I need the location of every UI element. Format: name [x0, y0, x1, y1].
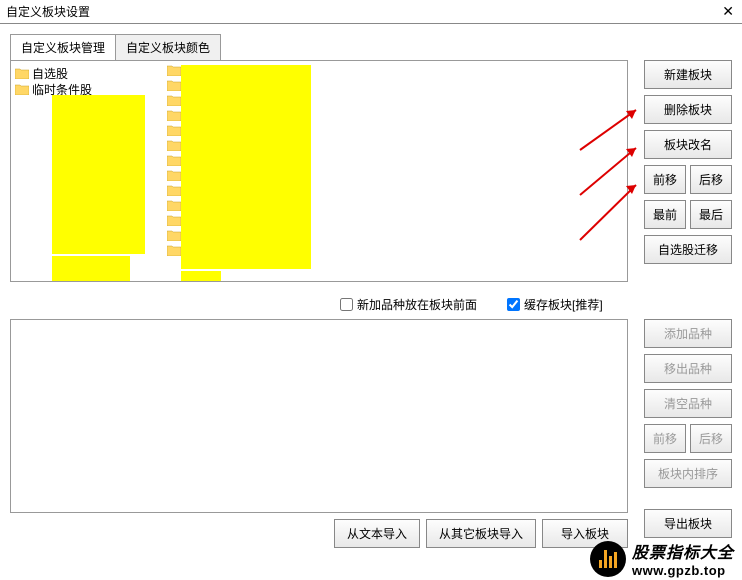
move-backward-button[interactable]: 后移 — [690, 165, 732, 194]
window-title: 自定义板块设置 — [6, 3, 736, 20]
folder-icon — [167, 110, 181, 121]
cache-label: 缓存板块[推荐] — [524, 296, 603, 313]
item-move-backward-button[interactable]: 后移 — [690, 424, 732, 453]
add-item-button[interactable]: 添加品种 — [644, 319, 732, 348]
folder-icon — [167, 170, 181, 181]
tab-bar: 自定义板块管理 自定义板块颜色 — [10, 34, 742, 60]
folder-icon — [15, 68, 29, 79]
folder-icon — [15, 84, 29, 95]
brand-url: www.gpzb.top — [632, 563, 734, 578]
move-first-button[interactable]: 最前 — [644, 200, 686, 229]
redacted-block — [181, 271, 221, 281]
folder-label: 自选股 — [32, 65, 68, 82]
checkbox-row: 新加品种放在板块前面 缓存板块[推荐] — [340, 296, 732, 313]
cache-checkbox-input[interactable] — [507, 298, 520, 311]
right-button-group-bottom: 添加品种 移出品种 清空品种 前移 后移 板块内排序 — [644, 319, 732, 488]
folder-icon — [167, 215, 181, 226]
move-forward-button[interactable]: 前移 — [644, 165, 686, 194]
add-front-checkbox[interactable]: 新加品种放在板块前面 — [340, 296, 477, 313]
cache-checkbox[interactable]: 缓存板块[推荐] — [507, 296, 603, 313]
remove-item-button[interactable]: 移出品种 — [644, 354, 732, 383]
import-other-button[interactable]: 从其它板块导入 — [426, 519, 536, 548]
export-block-button[interactable]: 导出板块 — [644, 509, 732, 538]
folder-panel[interactable]: 自选股 临时条件股 — [10, 60, 628, 282]
item-move-forward-button[interactable]: 前移 — [644, 424, 686, 453]
folder-icon — [167, 185, 181, 196]
tab-color[interactable]: 自定义板块颜色 — [115, 34, 221, 60]
clear-items-button[interactable]: 清空品种 — [644, 389, 732, 418]
folder-icon — [167, 200, 181, 211]
move-last-button[interactable]: 最后 — [690, 200, 732, 229]
import-text-button[interactable]: 从文本导入 — [334, 519, 420, 548]
titlebar: 自定义板块设置 ✕ — [0, 0, 742, 24]
footer-logo: 股票指标大全 www.gpzb.top — [590, 539, 734, 578]
tab-manage[interactable]: 自定义板块管理 — [10, 34, 116, 60]
logo-icon — [590, 541, 626, 577]
delete-block-button[interactable]: 删除板块 — [644, 95, 732, 124]
bottom-button-row: 从文本导入 从其它板块导入 导入板块 — [10, 519, 628, 548]
sort-inner-button[interactable]: 板块内排序 — [644, 459, 732, 488]
folder-column-2 — [167, 65, 184, 260]
folder-icon — [167, 230, 181, 241]
rename-block-button[interactable]: 板块改名 — [644, 130, 732, 159]
items-panel[interactable] — [10, 319, 628, 513]
new-block-button[interactable]: 新建板块 — [644, 60, 732, 89]
migrate-button[interactable]: 自选股迁移 — [644, 235, 732, 264]
folder-item[interactable]: 自选股 — [15, 65, 623, 81]
close-icon[interactable]: ✕ — [722, 3, 734, 20]
folder-icon — [167, 155, 181, 166]
redacted-block — [52, 256, 130, 281]
folder-icon — [167, 140, 181, 151]
add-front-label: 新加品种放在板块前面 — [357, 296, 477, 313]
brand-name: 股票指标大全 — [632, 539, 734, 563]
right-button-group-top: 新建板块 删除板块 板块改名 前移 后移 最前 最后 自选股迁移 — [644, 60, 732, 264]
add-front-checkbox-input[interactable] — [340, 298, 353, 311]
folder-icon — [167, 245, 181, 256]
folder-icon — [167, 65, 181, 76]
folder-icon — [167, 125, 181, 136]
redacted-block — [52, 95, 145, 254]
redacted-block — [181, 65, 311, 269]
folder-icon — [167, 80, 181, 91]
folder-icon — [167, 95, 181, 106]
